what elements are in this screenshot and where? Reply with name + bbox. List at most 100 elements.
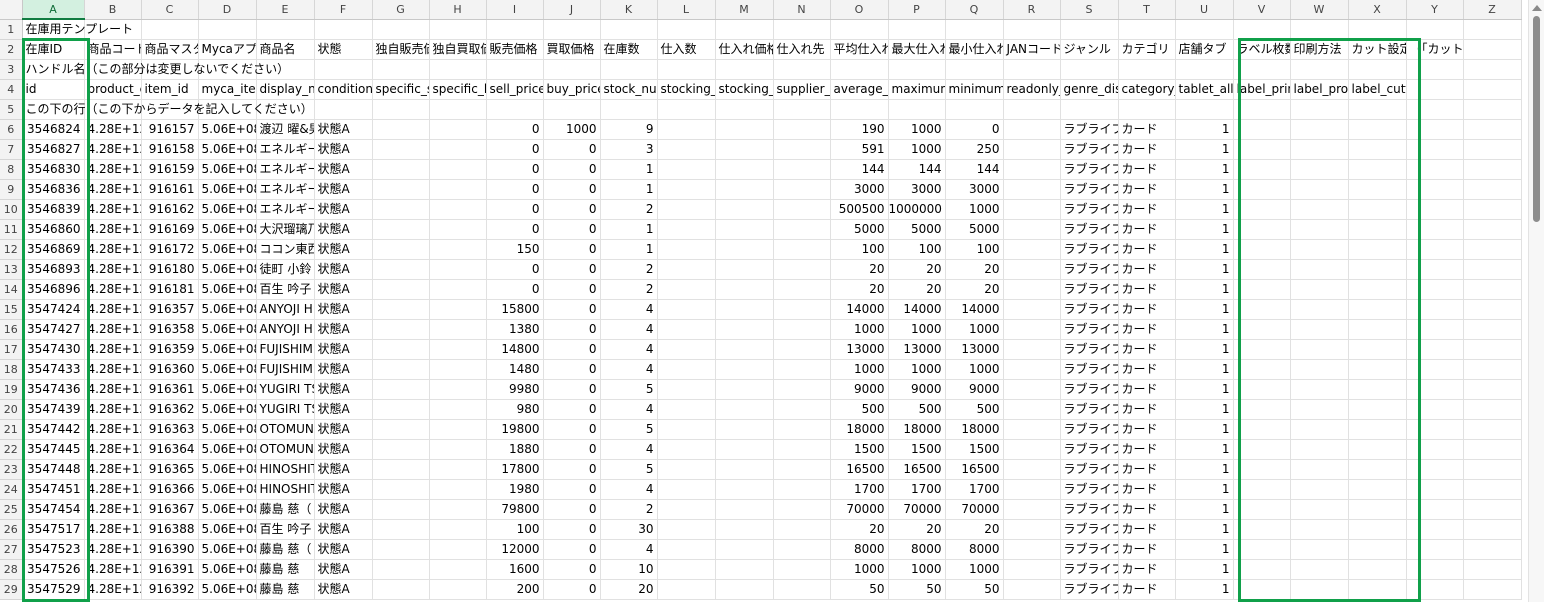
cell[interactable]: 状態A — [314, 359, 373, 380]
cell[interactable]: 商品名 — [256, 39, 315, 60]
cell[interactable] — [773, 439, 831, 460]
cell[interactable] — [1233, 459, 1291, 480]
cell[interactable]: 100 — [888, 239, 946, 260]
scrollbar-thumb[interactable] — [1533, 16, 1540, 222]
cell[interactable]: 0 — [543, 279, 601, 300]
cell[interactable] — [1348, 499, 1407, 520]
cell[interactable] — [773, 499, 831, 520]
cell[interactable]: 5.06E+08 — [198, 499, 257, 520]
cell[interactable] — [1348, 539, 1407, 560]
cell[interactable]: （「カット」と入力 — [1406, 39, 1464, 60]
cell[interactable] — [1406, 579, 1464, 600]
cell[interactable]: 4.28E+12 — [84, 559, 142, 580]
cell[interactable]: Mycaアプ — [198, 39, 257, 60]
cell[interactable]: 9000 — [830, 379, 889, 400]
cell[interactable] — [945, 19, 1004, 40]
cell[interactable]: 17800 — [486, 459, 544, 480]
cell[interactable]: 3 — [600, 139, 658, 160]
cell[interactable]: 藤島 慈（ — [256, 539, 315, 560]
cell[interactable]: 916162 — [141, 199, 199, 220]
cell[interactable]: ラブライブ — [1060, 519, 1119, 540]
cell[interactable]: ラブライブ — [1060, 199, 1119, 220]
cell[interactable]: average_w — [830, 79, 889, 100]
cell[interactable] — [372, 259, 430, 280]
cell[interactable]: buy_price — [543, 79, 601, 100]
cell[interactable]: 0 — [486, 119, 544, 140]
cell[interactable]: 状態A — [314, 139, 373, 160]
cell[interactable]: 1000 — [888, 359, 946, 380]
cell[interactable]: stocking_i — [657, 79, 716, 100]
cell[interactable] — [715, 179, 774, 200]
cell[interactable] — [657, 519, 716, 540]
cell[interactable]: 144 — [945, 159, 1004, 180]
cell[interactable]: 4 — [600, 359, 658, 380]
cell[interactable]: 5000 — [830, 219, 889, 240]
cell[interactable]: specific_b — [429, 79, 487, 100]
row-header[interactable]: 6 — [0, 119, 23, 140]
cell[interactable] — [543, 59, 601, 80]
cell[interactable]: カード — [1118, 119, 1176, 140]
cell[interactable] — [657, 159, 716, 180]
cell[interactable] — [888, 59, 946, 80]
cell[interactable] — [429, 19, 487, 40]
cell[interactable] — [657, 279, 716, 300]
cell[interactable]: ラブライブ — [1060, 399, 1119, 420]
cell[interactable] — [1290, 199, 1349, 220]
cell[interactable]: 150 — [486, 239, 544, 260]
cell[interactable] — [715, 199, 774, 220]
cell[interactable]: 916365 — [141, 459, 199, 480]
cell[interactable] — [773, 119, 831, 140]
cell[interactable] — [429, 59, 487, 80]
cell[interactable]: 0 — [543, 419, 601, 440]
column-header-q[interactable]: Q — [945, 0, 1004, 20]
cell[interactable]: 1 — [1175, 259, 1234, 280]
cell[interactable] — [773, 259, 831, 280]
cell[interactable] — [486, 19, 544, 40]
cell[interactable] — [429, 179, 487, 200]
cell[interactable]: 徒町 小鈴 — [256, 259, 315, 280]
cell[interactable] — [1348, 379, 1407, 400]
cell[interactable] — [715, 519, 774, 540]
cell[interactable] — [256, 19, 315, 40]
cell[interactable]: 9000 — [888, 379, 946, 400]
cell[interactable] — [1290, 119, 1349, 140]
cell[interactable] — [1463, 199, 1522, 220]
cell[interactable]: 916362 — [141, 399, 199, 420]
cell[interactable]: 1 — [1175, 179, 1234, 200]
cell[interactable]: 1000 — [888, 559, 946, 580]
cell[interactable] — [1463, 579, 1522, 600]
cell[interactable]: 4 — [600, 479, 658, 500]
cell[interactable]: ANYOJI H — [256, 319, 315, 340]
cell[interactable] — [1348, 99, 1407, 120]
cell[interactable]: 0 — [543, 579, 601, 600]
cell[interactable] — [1233, 59, 1291, 80]
cell[interactable]: 5.06E+08 — [198, 399, 257, 420]
cell[interactable]: 916172 — [141, 239, 199, 260]
cell[interactable] — [1348, 159, 1407, 180]
cell[interactable] — [888, 99, 946, 120]
cell[interactable] — [715, 159, 774, 180]
cell[interactable]: 0 — [543, 239, 601, 260]
cell[interactable] — [1406, 259, 1464, 280]
cell[interactable]: 0 — [486, 159, 544, 180]
cell[interactable] — [1463, 139, 1522, 160]
cell[interactable] — [715, 279, 774, 300]
cell[interactable] — [1463, 319, 1522, 340]
cell[interactable] — [1233, 299, 1291, 320]
cell[interactable] — [314, 19, 373, 40]
cell[interactable]: 16500 — [830, 459, 889, 480]
cell[interactable] — [1060, 19, 1119, 40]
cell[interactable]: 18000 — [945, 419, 1004, 440]
cell[interactable]: 916364 — [141, 439, 199, 460]
cell[interactable]: 1 — [1175, 219, 1234, 240]
cell[interactable] — [1003, 359, 1061, 380]
cell[interactable] — [1348, 279, 1407, 300]
cell[interactable]: エネルギー — [256, 139, 315, 160]
cell[interactable]: 916367 — [141, 499, 199, 520]
cell[interactable] — [372, 279, 430, 300]
cell[interactable] — [1348, 219, 1407, 240]
cell[interactable]: 5.06E+08 — [198, 139, 257, 160]
cell[interactable] — [1003, 459, 1061, 480]
cell[interactable] — [141, 19, 199, 40]
cell[interactable]: OTOMUNI — [256, 419, 315, 440]
